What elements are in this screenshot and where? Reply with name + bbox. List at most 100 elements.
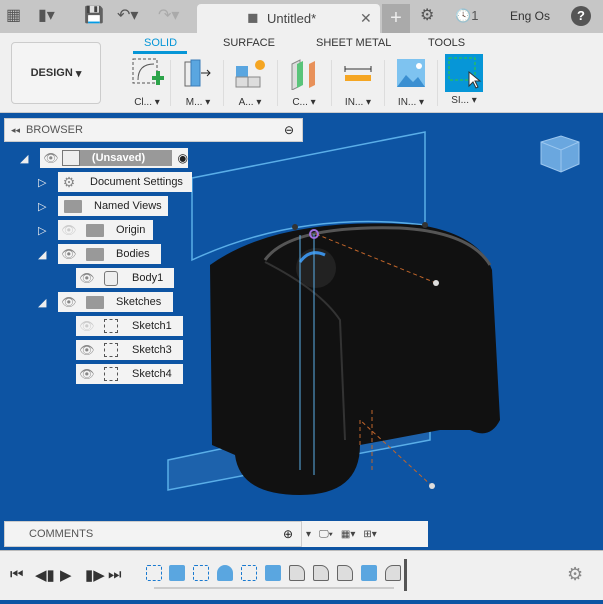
view-cube[interactable] xyxy=(533,128,585,178)
timeline-sketch-icon[interactable] xyxy=(193,565,209,581)
save-icon[interactable]: 💾 xyxy=(84,6,104,26)
visibility-eye-icon[interactable]: 👁 xyxy=(76,367,98,381)
visibility-eye-icon[interactable]: 👁 xyxy=(58,247,80,261)
tab-solid[interactable]: SOLID xyxy=(144,37,177,49)
browser-item-sketch4[interactable]: 👁 Sketch4 xyxy=(76,364,183,384)
browser-title: BROWSER xyxy=(26,124,83,136)
go-to-end-icon[interactable]: ⏭ xyxy=(108,566,122,583)
tab-tools[interactable]: TOOLS xyxy=(428,37,465,49)
timeline-revolve-icon[interactable] xyxy=(217,565,233,581)
job-status[interactable]: 🕓1 xyxy=(455,6,478,26)
timeline-sketch-icon[interactable] xyxy=(241,565,257,581)
new-tab-button[interactable]: + xyxy=(382,4,410,33)
active-tab-underline xyxy=(133,51,187,54)
browser-item-body1[interactable]: 👁 Body1 xyxy=(76,268,174,288)
timeline-fillet-icon[interactable] xyxy=(289,565,305,581)
inspect-icon xyxy=(344,66,372,81)
assemble-label: A... xyxy=(238,97,254,108)
collapse-panel-icon[interactable]: ◂◂ xyxy=(11,125,20,136)
help-icon[interactable]: ? xyxy=(571,6,591,26)
insert-menu[interactable]: IN... ▾ xyxy=(391,56,431,108)
visibility-eye-icon[interactable]: 👁 xyxy=(58,295,80,309)
go-to-start-icon[interactable]: ⏮ xyxy=(10,566,24,583)
close-tab-icon[interactable]: ✕ xyxy=(360,10,372,27)
viewports-icon[interactable]: ⊞▾ xyxy=(363,529,376,540)
expand-icon[interactable]: ▷ xyxy=(38,176,46,189)
visibility-eye-icon[interactable]: 👁 xyxy=(76,343,98,357)
minimize-browser-icon[interactable]: ⊖ xyxy=(284,123,294,137)
assemble-menu[interactable]: A... ▾ xyxy=(230,56,270,108)
tab-surface[interactable]: SURFACE xyxy=(223,37,275,49)
hidden-eye-icon[interactable]: 👁 xyxy=(58,223,80,237)
file-menu-icon[interactable]: ▮▾ xyxy=(38,6,55,26)
browser-item-named-views[interactable]: Named Views xyxy=(58,196,168,216)
redo-icon[interactable]: ↷▾ xyxy=(158,6,179,26)
folder-icon xyxy=(64,199,82,213)
timeline-extrude-icon[interactable] xyxy=(265,565,281,581)
modify-menu[interactable]: M... ▾ xyxy=(178,56,218,108)
collapse-icon[interactable]: ◢ xyxy=(38,248,46,261)
collapse-icon[interactable]: ◢ xyxy=(38,296,46,309)
inspect-menu[interactable]: IN... ▾ xyxy=(338,56,378,108)
title-bar: ▦ ▮▾ 💾 ↶▾ ↷▾ ◼ Untitled* ✕ + ⚙ 🕓1 Eng Os… xyxy=(0,0,603,33)
step-back-icon[interactable]: ◀▮ xyxy=(35,566,55,584)
timeline-fillet-icon[interactable] xyxy=(337,565,353,581)
browser-panel-header[interactable]: ◂◂ BROWSER ⊖ xyxy=(4,118,303,142)
create-sketch-icon xyxy=(132,58,164,85)
browser-item-origin[interactable]: 👁 Origin xyxy=(58,220,153,240)
folder-icon xyxy=(86,295,104,309)
root-label: (Unsaved) xyxy=(91,152,146,164)
root-label-box: (Unsaved) xyxy=(61,150,172,166)
visibility-eye-icon[interactable]: 👁 xyxy=(40,151,62,165)
create-menu[interactable]: Cl... ▾ xyxy=(127,56,167,108)
visibility-eye-icon[interactable]: 👁 xyxy=(76,271,98,285)
timeline-marker[interactable] xyxy=(404,559,407,591)
item-label: Sketch4 xyxy=(132,368,172,380)
step-forward-icon[interactable]: ▮▶ xyxy=(85,566,105,584)
expand-icon[interactable]: ▷ xyxy=(38,200,46,213)
workspace-switcher[interactable]: DESIGN ▾ xyxy=(11,42,101,104)
tab-sheet-metal[interactable]: SHEET METAL xyxy=(316,37,391,49)
nav-dropdown-icon[interactable]: ▾ xyxy=(306,529,311,540)
extensions-icon[interactable]: ⚙ xyxy=(420,6,434,26)
body-icon xyxy=(104,270,118,286)
expand-icon[interactable]: ▷ xyxy=(38,224,46,237)
timeline-extrude-icon[interactable] xyxy=(361,565,377,581)
job-count: 1 xyxy=(471,8,479,23)
display-settings-icon[interactable]: 🖵▾ xyxy=(319,529,333,540)
browser-item-sketches[interactable]: 👁 Sketches xyxy=(58,292,173,312)
add-comment-icon[interactable]: ⊕ xyxy=(283,527,293,541)
browser-item-sketch3[interactable]: 👁 Sketch3 xyxy=(76,340,183,360)
select-menu[interactable]: SI... ▾ xyxy=(444,54,484,108)
hidden-eye-icon[interactable]: 👁 xyxy=(76,319,98,333)
timeline-sketch-icon[interactable] xyxy=(146,565,162,581)
activate-radio-icon[interactable]: ◉ xyxy=(178,151,188,165)
undo-icon[interactable]: ↶▾ xyxy=(117,6,138,26)
construct-menu[interactable]: C... ▾ xyxy=(284,56,324,108)
comments-panel[interactable]: COMMENTS ⊕ xyxy=(4,521,302,547)
assemble-icon xyxy=(235,60,265,88)
gear-icon: ⚙ xyxy=(62,173,76,190)
modify-icon xyxy=(184,59,211,87)
item-label: Sketch1 xyxy=(132,320,172,332)
modify-label: M... xyxy=(185,97,203,108)
workspace-label: DESIGN xyxy=(30,67,73,79)
collapse-root-icon[interactable]: ◢ xyxy=(20,152,28,165)
browser-item-document-settings[interactable]: ⚙ Document Settings xyxy=(58,172,192,192)
user-menu[interactable]: Eng Os xyxy=(510,6,550,26)
item-label: Bodies xyxy=(116,248,150,260)
timeline-chamfer-icon[interactable] xyxy=(385,565,401,581)
sketch-icon xyxy=(104,319,118,333)
timeline-extrude-icon[interactable] xyxy=(169,565,185,581)
item-label: Sketches xyxy=(116,296,162,308)
play-icon[interactable]: ▶ xyxy=(60,566,72,584)
browser-item-bodies[interactable]: 👁 Bodies xyxy=(58,244,161,264)
timeline-fillet-icon[interactable] xyxy=(313,565,329,581)
grid-settings-icon[interactable]: ▦▾ xyxy=(341,529,355,540)
document-tab[interactable]: ◼ Untitled* ✕ xyxy=(197,4,380,33)
app-grid-icon[interactable]: ▦ xyxy=(6,6,21,26)
insert-icon xyxy=(397,59,425,87)
timeline-settings-gear-icon[interactable]: ⚙ xyxy=(567,564,583,585)
browser-root-node[interactable]: 👁 (Unsaved) ◉ xyxy=(40,148,188,168)
browser-item-sketch1[interactable]: 👁 Sketch1 xyxy=(76,316,183,336)
